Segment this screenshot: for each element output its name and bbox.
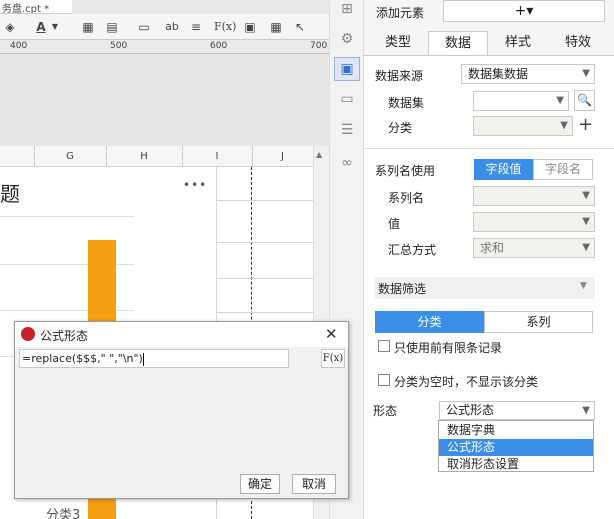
chevron-down-icon: ▼	[582, 242, 590, 253]
category-label: 分类	[388, 121, 413, 135]
merge-cells-icon[interactable]: ▭	[136, 18, 152, 36]
tab-style[interactable]: 样式	[488, 31, 548, 55]
tab-effect[interactable]: 特效	[548, 31, 608, 55]
ruler-mark: 700	[310, 41, 328, 51]
chart-title: 题	[0, 182, 20, 206]
condition-icon[interactable]: ☰	[338, 121, 356, 139]
form-option-dictionary[interactable]: 数据字典	[439, 422, 593, 439]
form-dropdown-list: 数据字典 公式形态 取消形态设置	[438, 420, 594, 472]
chevron-down-icon: ▼	[582, 68, 590, 79]
format-toolbar: ◈ A ▼ ▦ ▤ ▭ ab ≡ F(x) ▣ ▦ ↖	[0, 14, 329, 40]
close-icon[interactable]: ✕	[325, 325, 338, 343]
chevron-down-icon[interactable]: ▼	[50, 18, 60, 36]
summary-label: 汇总方式	[388, 243, 437, 257]
grid-icon[interactable]: ▦	[268, 18, 284, 36]
filter-tab-series[interactable]: 系列	[484, 311, 593, 333]
ruler-mark: 500	[110, 41, 128, 51]
app-logo-icon	[21, 327, 35, 341]
add-element-label: 添加元素	[376, 6, 425, 20]
series-name-select[interactable]: ▼	[473, 186, 595, 206]
table-icon[interactable]: ▤	[104, 18, 120, 36]
chart-more-menu[interactable]: •••	[183, 178, 207, 192]
hide-empty-checkbox[interactable]	[378, 374, 390, 386]
cancel-button[interactable]: 取消	[292, 474, 336, 494]
form-option-cancel[interactable]: 取消形态设置	[439, 456, 593, 473]
chevron-down-icon: ▼	[582, 405, 590, 416]
hide-empty-label: 分类为空时，不显示该分类	[394, 375, 539, 389]
cell-attribute-icon[interactable]: ⚙	[338, 30, 356, 48]
category-select[interactable]: ▼	[473, 116, 573, 136]
dataset-label: 数据集	[388, 96, 425, 110]
chart-icon: ▣	[340, 61, 354, 77]
formula-button[interactable]: F(x)	[214, 18, 236, 36]
text-format-button[interactable]: ab	[162, 18, 182, 36]
chevron-down-icon: ▼	[582, 216, 590, 227]
cell-element-icon[interactable]: ⊞	[338, 0, 356, 18]
data-filter-label: 数据筛选	[378, 282, 427, 296]
only-limited-label: 只使用前有限条记录	[394, 341, 503, 355]
ruler-mark: 400	[10, 41, 28, 51]
chart-category-label: 分类3	[46, 508, 81, 519]
column-i[interactable]: I	[182, 146, 252, 167]
series-name-label: 系列名	[388, 191, 425, 205]
hyperlink-icon[interactable]: ∞	[338, 154, 356, 172]
border-icon[interactable]: ▦	[80, 18, 96, 36]
form-option-formula[interactable]: 公式形态	[439, 439, 593, 456]
data-source-label: 数据来源	[375, 69, 424, 83]
column-g[interactable]: G	[34, 146, 106, 167]
chevron-down-icon: ▼	[582, 190, 590, 201]
font-color-button[interactable]: A	[34, 18, 48, 36]
summary-value: 求和	[480, 241, 505, 255]
widget-icon[interactable]: ▭	[338, 90, 356, 108]
column-j[interactable]: J	[252, 146, 313, 167]
toggle-field-value[interactable]: 字段值	[474, 159, 533, 180]
formula-editor-button[interactable]: F(x)	[321, 349, 345, 368]
dialog-title: 公式形态	[40, 329, 89, 343]
search-icon[interactable]: 🔍	[574, 90, 595, 111]
chevron-down-icon: ▼	[556, 95, 564, 106]
image-icon[interactable]: ▣	[242, 18, 258, 36]
ruler-mark: 600	[210, 41, 228, 51]
form-value: 公式形态	[446, 403, 495, 417]
add-element-button[interactable]: +▾	[443, 0, 605, 22]
chevron-down-icon: ▼	[560, 120, 568, 131]
scroll-up-icon[interactable]: ▲	[316, 150, 322, 159]
column-header: G H I J	[0, 146, 313, 167]
only-limited-checkbox[interactable]	[378, 340, 390, 352]
file-tab-title: 务盘.cpt *	[2, 4, 50, 14]
formula-form-dialog: 公式形态 ✕ =replace($$$," ","\n") F(x) 确定 取消	[14, 321, 349, 499]
column-h[interactable]: H	[106, 146, 182, 167]
chevron-down-icon: ▼	[580, 281, 587, 291]
formula-input[interactable]: =replace($$$," ","\n")	[19, 349, 289, 368]
dataset-select[interactable]: ▼	[473, 91, 569, 111]
series-name-use-label: 系列名使用	[375, 164, 436, 178]
form-select[interactable]: 公式形态 ▼	[439, 401, 595, 420]
toggle-field-name[interactable]: 字段名	[533, 159, 593, 180]
align-icon[interactable]: ≡	[188, 18, 204, 36]
ruler: 400 500 600 700	[0, 40, 329, 54]
data-source-select[interactable]: 数据集数据 ▼	[461, 64, 595, 84]
tab-type[interactable]: 类型	[368, 31, 428, 55]
value-select[interactable]: ▼	[473, 212, 595, 232]
value-label: 值	[388, 217, 401, 231]
formula-value: =replace($$$," ","\n")	[22, 352, 143, 365]
file-tab[interactable]: 务盘.cpt *	[0, 0, 72, 14]
paint-bucket-icon[interactable]: ◈	[2, 18, 18, 36]
pointer-icon[interactable]: ↖	[292, 18, 308, 36]
canvas-margin	[0, 54, 329, 146]
data-source-value: 数据集数据	[468, 67, 529, 81]
data-filter-header[interactable]: 数据筛选 ▼	[374, 277, 595, 299]
filter-tab-category[interactable]: 分类	[375, 311, 484, 333]
form-label: 形态	[373, 404, 398, 418]
summary-select[interactable]: 求和 ▼	[473, 238, 595, 258]
ok-button[interactable]: 确定	[240, 474, 280, 494]
dialog-titlebar: 公式形态 ✕	[15, 322, 348, 347]
tab-data[interactable]: 数据	[428, 31, 488, 55]
add-icon[interactable]: +	[576, 115, 595, 135]
